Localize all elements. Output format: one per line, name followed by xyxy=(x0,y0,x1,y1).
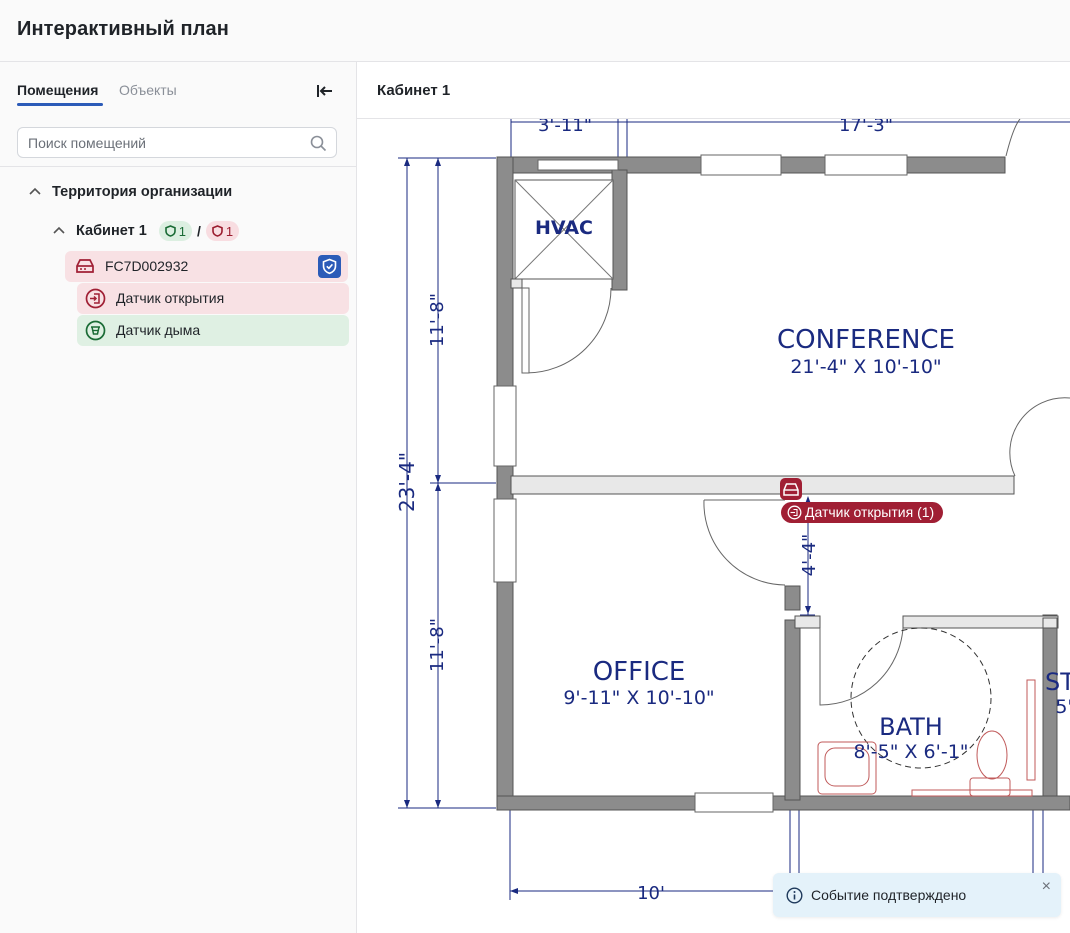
plan-title: Кабинет 1 xyxy=(377,82,451,99)
sidebar-tabs: Помещения Объекты xyxy=(0,62,356,108)
marker-text: Датчик открытия (1) xyxy=(805,504,935,520)
info-icon xyxy=(786,887,803,904)
tree-item-room[interactable]: Кабинет 1 1 / 1 xyxy=(52,221,240,241)
dim-label: 11'-8" xyxy=(427,293,448,347)
badge-separator: / xyxy=(197,223,201,239)
device-row[interactable]: FC7D002932 xyxy=(65,251,348,282)
sidebar: Помещения Объекты Территория организации… xyxy=(0,62,357,933)
tree-item-label: Территория организации xyxy=(52,184,233,200)
sensor-label: Датчик открытия xyxy=(116,290,225,306)
sensor-marker-label[interactable]: Датчик открытия (1) xyxy=(781,502,944,523)
collapse-sidebar-button[interactable] xyxy=(312,80,336,102)
dim-label: 3'-11" xyxy=(538,119,592,136)
tree-item-label: Кабинет 1 xyxy=(76,223,147,239)
chevron-up-icon[interactable] xyxy=(52,224,66,238)
sensor-label: Датчик дыма xyxy=(116,322,201,338)
notification-toast: Событие подтверждено × xyxy=(773,873,1061,917)
dim-label: 10' xyxy=(637,883,665,904)
room-size: 5' xyxy=(1055,696,1070,718)
shield-icon xyxy=(212,225,223,237)
device-id: FC7D002932 xyxy=(105,258,189,274)
device-marker[interactable] xyxy=(780,478,802,500)
close-icon[interactable]: × xyxy=(1042,878,1051,896)
page-title: Интерактивный план xyxy=(17,18,229,40)
room-label: OFFICE xyxy=(593,657,686,687)
room-label: CONFERENCE xyxy=(777,325,955,355)
tab-rooms[interactable]: Помещения xyxy=(17,82,98,98)
shield-icon xyxy=(164,225,176,237)
sensor-item-door[interactable]: Датчик открытия xyxy=(77,283,349,314)
room-label: HVAC xyxy=(535,217,593,239)
door-sensor-icon xyxy=(85,288,106,309)
floor-plan-drawing: 3'-11" 17'-3" 11'-8" 23'-4" 11'-8" 4'-4"… xyxy=(395,119,1070,904)
chevron-up-icon[interactable] xyxy=(28,185,42,199)
tab-objects[interactable]: Объекты xyxy=(119,82,177,98)
floor-plan[interactable]: 3'-11" 17'-3" 11'-8" 23'-4" 11'-8" 4'-4"… xyxy=(357,119,1070,933)
room-size: 21'-4" X 10'-10" xyxy=(790,356,941,378)
search-input[interactable] xyxy=(28,134,298,152)
active-tab-indicator xyxy=(17,103,103,106)
room-search xyxy=(17,127,337,158)
divider xyxy=(0,166,356,167)
plan-header: Кабинет 1 xyxy=(357,62,1070,119)
search-icon[interactable] xyxy=(310,135,327,152)
smoke-sensor-icon xyxy=(85,320,106,341)
dim-label: 4'-4" xyxy=(799,534,820,577)
door-sensor-icon xyxy=(787,505,802,520)
toast-message: Событие подтверждено xyxy=(811,887,967,903)
dim-label: 11'-8" xyxy=(427,618,448,672)
tree-item-territory[interactable]: Территория организации xyxy=(28,184,232,200)
collapse-left-icon xyxy=(317,85,332,97)
router-icon xyxy=(76,259,94,273)
sensor-item-smoke[interactable]: Датчик дыма xyxy=(77,315,349,346)
app-header: Интерактивный план xyxy=(0,0,1070,62)
dim-label: 23'-4" xyxy=(395,452,419,512)
ok-count-badge: 1 xyxy=(158,221,193,241)
alarm-count-badge: 1 xyxy=(205,221,240,241)
shield-check-icon xyxy=(322,258,337,275)
room-size: 9'-11" X 10'-10" xyxy=(563,687,714,709)
room-label: ST xyxy=(1045,668,1070,696)
room-size: 8'-5" X 6'-1" xyxy=(853,741,968,763)
room-label: BATH xyxy=(879,713,943,741)
dim-label: 17'-3" xyxy=(839,119,893,136)
armed-shield-button[interactable] xyxy=(318,255,341,278)
